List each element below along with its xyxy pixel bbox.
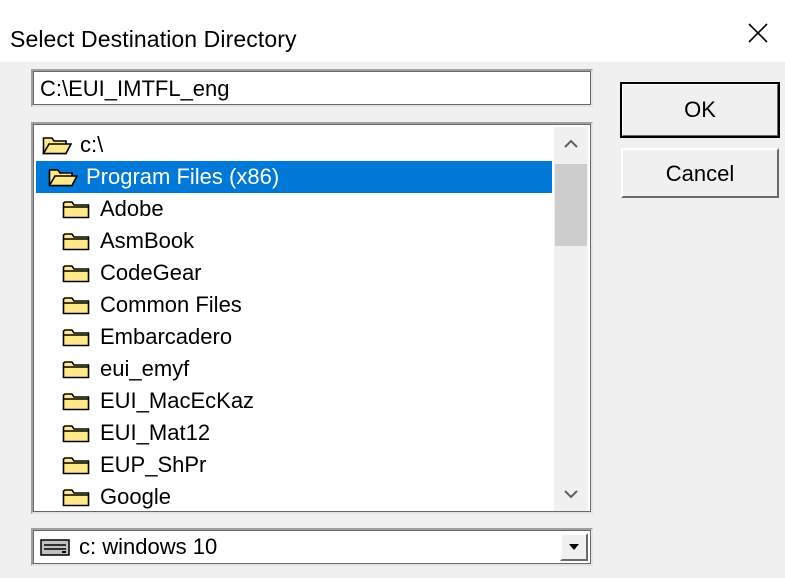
folder-item[interactable]: Program Files (x86) — [36, 161, 552, 193]
cancel-button[interactable]: Cancel — [621, 148, 779, 198]
chevron-up-icon — [564, 139, 578, 148]
dialog-title: Select Destination Directory — [10, 26, 297, 52]
folder-label: Adobe — [100, 196, 164, 221]
folder-label: EUI_Mat12 — [100, 420, 211, 445]
hard-drive-icon — [40, 539, 70, 556]
title-bar: Select Destination Directory — [0, 0, 785, 63]
folder-label: EUP_ShPr — [100, 452, 207, 477]
open-folder-icon — [42, 135, 73, 161]
close-icon — [748, 23, 768, 43]
folder-item[interactable]: c:\ — [36, 129, 552, 161]
vertical-scrollbar[interactable] — [554, 127, 588, 511]
folder-item[interactable]: AsmBook — [36, 225, 552, 257]
chevron-down-icon — [564, 490, 578, 499]
directory-path-input[interactable]: C:\EUI_IMTFL_eng — [31, 69, 593, 107]
folder-icon — [62, 199, 90, 225]
open-folder-icon — [48, 167, 79, 193]
close-button[interactable] — [733, 0, 785, 62]
folder-label: eui_emyf — [100, 356, 190, 381]
scroll-down-button[interactable] — [554, 477, 588, 511]
folder-icon — [62, 391, 90, 417]
folder-label: Program Files (x86) — [86, 164, 280, 189]
folder-label: CodeGear — [100, 260, 202, 285]
folder-label: EUI_MacEcKaz — [100, 388, 255, 413]
folder-item[interactable]: eui_emyf — [36, 353, 552, 385]
folder-label: Google — [100, 484, 171, 509]
folder-icon — [62, 295, 90, 321]
folder-item[interactable]: EUP_ShPr — [36, 449, 552, 481]
drive-dropdown-button[interactable] — [560, 533, 588, 561]
folder-item[interactable]: EUI_MacEcKaz — [36, 385, 552, 417]
folder-item[interactable]: Adobe — [36, 193, 552, 225]
ok-button[interactable]: OK — [620, 82, 780, 138]
folder-label: Embarcadero — [100, 324, 233, 349]
folder-icon — [62, 423, 90, 449]
directory-listbox[interactable]: c:\ Program Files (x86) Adobe AsmBook CodeGe… — [31, 122, 593, 514]
chevron-down-icon — [569, 544, 579, 550]
folder-label: Common Files — [100, 292, 242, 317]
folder-item[interactable]: EUI_Mat12 — [36, 417, 552, 449]
folder-item[interactable]: CodeGear — [36, 257, 552, 289]
drive-dropdown[interactable]: c: windows 10 — [31, 528, 593, 566]
folder-icon — [62, 487, 90, 511]
scroll-thumb[interactable] — [555, 164, 587, 246]
folder-item[interactable]: Common Files — [36, 289, 552, 321]
folder-icon — [62, 231, 90, 257]
folder-icon — [62, 263, 90, 289]
folder-icon — [62, 359, 90, 385]
folder-item[interactable]: Google — [36, 481, 552, 511]
folder-item[interactable]: Embarcadero — [36, 321, 552, 353]
folder-label: c:\ — [80, 132, 104, 157]
directory-list: c:\ Program Files (x86) Adobe AsmBook CodeGe… — [36, 127, 552, 511]
folder-icon — [62, 327, 90, 353]
drive-label: c: windows 10 — [79, 534, 218, 559]
folder-icon — [62, 455, 90, 481]
select-destination-dialog: Select Destination Directory C:\EUI_IMTF… — [0, 0, 785, 578]
scroll-up-button[interactable] — [554, 127, 588, 161]
folder-label: AsmBook — [100, 228, 195, 253]
